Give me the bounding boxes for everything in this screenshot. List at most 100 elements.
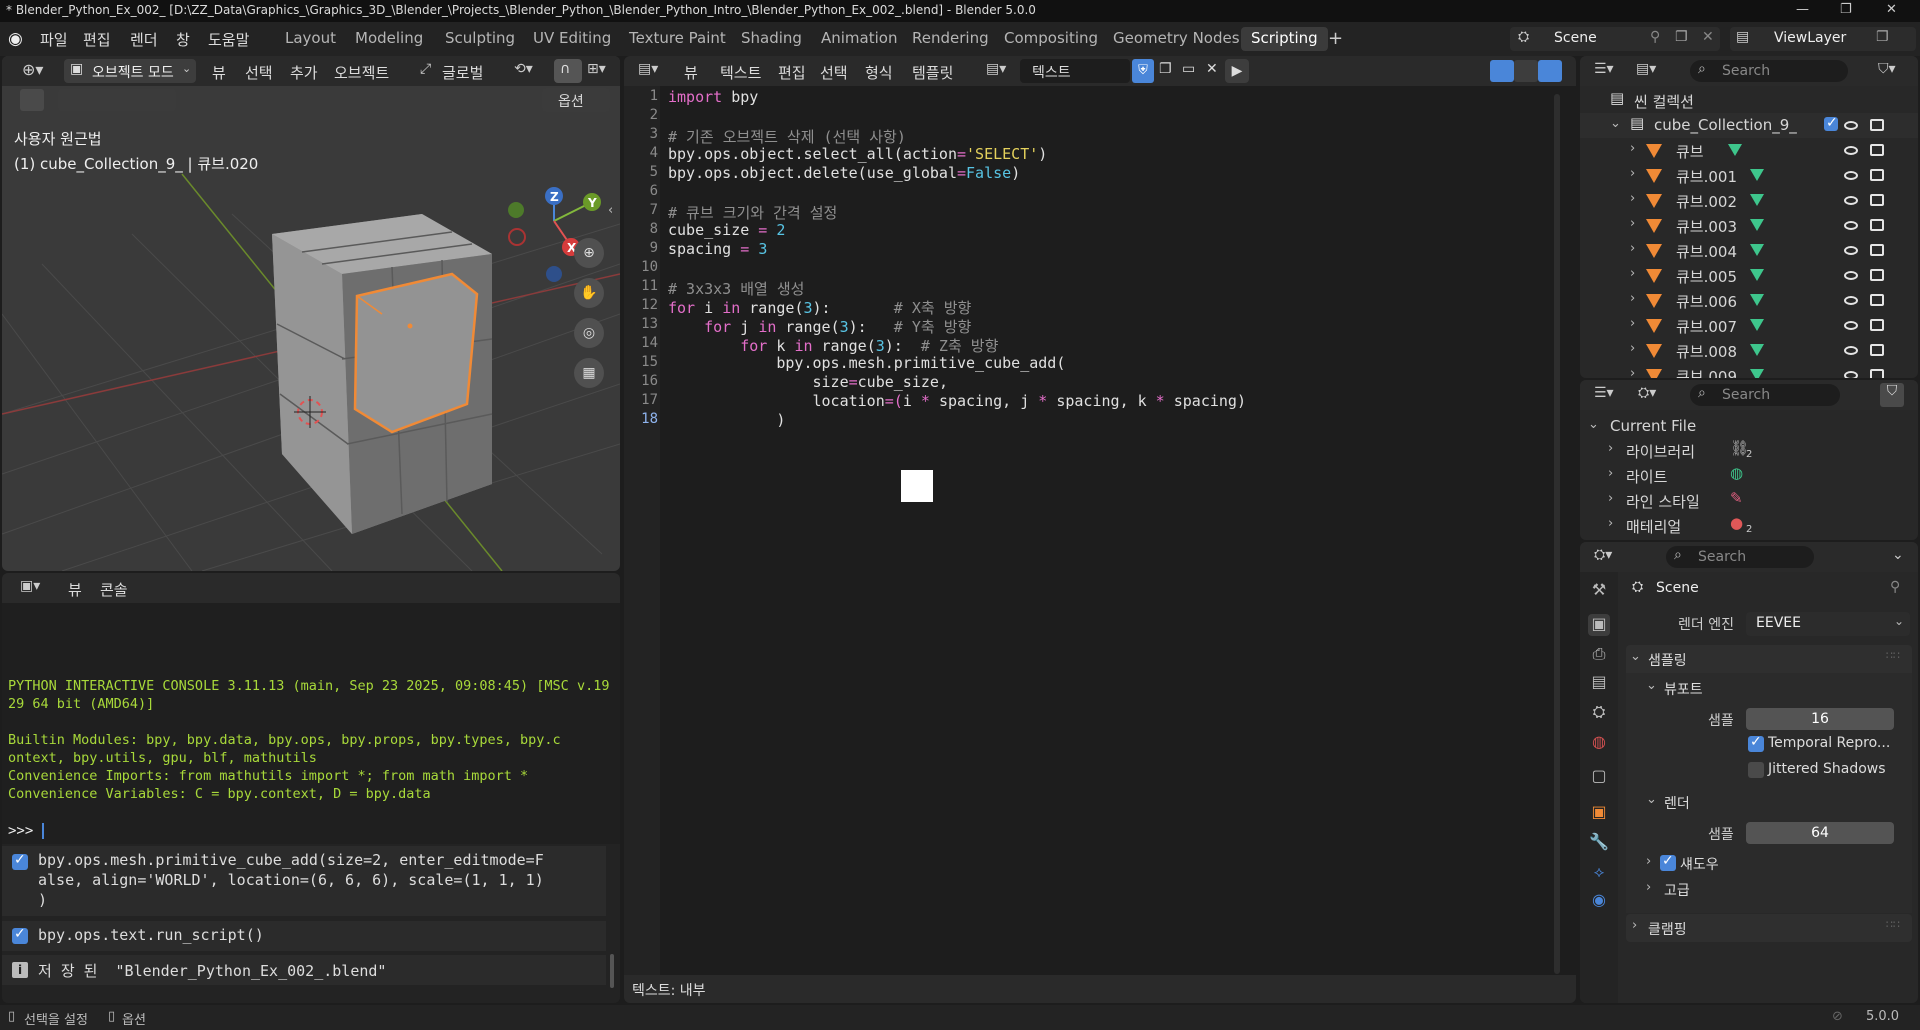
tab-modeling[interactable]: Modeling xyxy=(345,27,433,51)
particles-tab-icon[interactable]: ⟡ xyxy=(1588,862,1610,884)
menu-file[interactable]: 파일 xyxy=(40,29,68,50)
unlink-text-icon[interactable]: ✕ xyxy=(1206,61,1218,77)
code-line[interactable]: location=(i * spacing, j * spacing, k * … xyxy=(668,392,1247,411)
viewport-menu-add[interactable]: 추가 xyxy=(290,62,318,83)
render-camera-icon[interactable] xyxy=(1870,119,1884,131)
info-entry[interactable]: bpy.ops.mesh.primitive_cube_add(size=2, … xyxy=(2,846,606,916)
sampling-panel-header[interactable]: ⌄ 샘플링 ∷∷ xyxy=(1626,645,1912,673)
chevron-down-icon[interactable]: ⌄ xyxy=(1646,678,1657,693)
outliner[interactable]: ☰▾ ▤▾ ⌕ Search ⛉▾ ▤ 씬 컬렉션 ⌄ ▤ cube_Colle… xyxy=(1580,56,1918,378)
text-browse-icon[interactable]: ▤▾ xyxy=(986,61,1006,77)
scene-selector[interactable]: ⛭ Scene ⚲ ❐ ✕ xyxy=(1510,27,1720,51)
render-subpanel-label[interactable]: 렌더 xyxy=(1664,793,1690,813)
python-console[interactable]: ▣▾ 뷰 콘솔 PYTHON INTERACTIVE CONSOLE 3.11.… xyxy=(2,573,620,1003)
eye-icon[interactable] xyxy=(1844,371,1858,378)
maximize-icon[interactable]: ❐ xyxy=(1840,2,1852,17)
chevron-right-icon[interactable]: › xyxy=(1630,241,1635,256)
physics-tab-icon[interactable]: ◉ xyxy=(1588,890,1610,912)
tab-uv-editing[interactable]: UV Editing xyxy=(523,27,621,51)
code-line[interactable]: for k in range(3): # Z축 방향 xyxy=(668,335,998,355)
code-line[interactable]: # 기존 오브젝트 삭제 (선택 사항) xyxy=(668,126,906,146)
modifier-tab-icon[interactable]: 🔧 xyxy=(1588,832,1610,854)
chevron-right-icon[interactable]: › xyxy=(1630,266,1635,281)
perspective-grid-icon[interactable]: ▦ xyxy=(574,358,604,388)
text-name-field[interactable]: 텍스트 xyxy=(1020,59,1130,83)
blender-logo-icon[interactable]: ◉ xyxy=(8,29,23,49)
mesh-data-icon[interactable] xyxy=(1750,319,1764,331)
view-layer-tab-icon[interactable]: ▤ xyxy=(1588,672,1610,694)
code-line[interactable]: # 3x3x3 배열 생성 xyxy=(668,278,804,298)
blend-file-mode-icon[interactable]: ⛭▾ xyxy=(1638,385,1656,401)
editor-menu-templates[interactable]: 템플릿 xyxy=(912,62,953,83)
collection-exclude-checkbox[interactable] xyxy=(1824,115,1838,131)
viewport-samples-field[interactable]: 16 xyxy=(1746,708,1894,730)
outliner-search[interactable]: ⌕ Search xyxy=(1690,60,1848,82)
props-editor-type-icon[interactable]: ⛭▾ xyxy=(1594,547,1612,563)
tab-geometry-nodes[interactable]: Geometry Nodes xyxy=(1103,27,1250,51)
info-scrollbar[interactable] xyxy=(610,954,614,988)
render-camera-icon[interactable] xyxy=(1870,144,1884,156)
props-search[interactable]: ⌕ Search xyxy=(1666,546,1814,568)
render-camera-icon[interactable] xyxy=(1870,344,1884,356)
chevron-right-icon[interactable]: › xyxy=(1630,166,1635,181)
delete-scene-icon[interactable]: ✕ xyxy=(1702,29,1714,45)
chevron-right-icon[interactable]: › xyxy=(1630,341,1635,356)
console-editor-type-icon[interactable]: ▣▾ xyxy=(20,578,40,594)
viewport-3d[interactable]: ⊕▾ ▣ 오브젝트 모드 ⌄ 뷰 선택 추가 오브젝트 ⤢ 글로벌 ⟲▾ ∩ ⊞… xyxy=(2,56,620,571)
fileview-editor-type-icon[interactable]: ☰▾ xyxy=(1594,385,1614,401)
eye-icon[interactable] xyxy=(1844,146,1858,155)
minimize-icon[interactable]: — xyxy=(1796,2,1809,17)
outliner-object-row[interactable]: › 큐브.008 xyxy=(1580,338,1918,363)
pin-icon[interactable]: ⚲ xyxy=(1650,29,1660,45)
orientation-label[interactable]: 글로벌 xyxy=(442,62,483,83)
console-menu-view[interactable]: 뷰 xyxy=(68,579,82,600)
editor-menu-format[interactable]: 형식 xyxy=(865,62,893,83)
tab-compositing[interactable]: Compositing xyxy=(994,27,1108,51)
file-category-row[interactable]: › 라이브러리 ⛓ 2 xyxy=(1580,438,1918,463)
outliner-editor-type-icon[interactable]: ☰▾ xyxy=(1594,61,1614,77)
editor-menu-text[interactable]: 텍스트 xyxy=(720,62,761,83)
mesh-data-icon[interactable] xyxy=(1750,194,1764,206)
tab-texture-paint[interactable]: Texture Paint xyxy=(619,27,736,51)
fileview-search[interactable]: ⌕ Search xyxy=(1690,384,1840,406)
code-line[interactable]: # 큐브 크기와 간격 설정 xyxy=(668,202,837,222)
editor-type-icon[interactable]: ⊕▾ xyxy=(22,60,43,79)
mesh-data-icon[interactable] xyxy=(1750,369,1764,378)
advanced-label[interactable]: 고급 xyxy=(1664,880,1690,900)
mesh-data-icon[interactable] xyxy=(1750,219,1764,231)
filter-icon[interactable]: ⛉▾ xyxy=(1878,61,1896,77)
chevron-down-icon[interactable]: ⌄ xyxy=(1588,417,1599,432)
chevron-right-icon[interactable]: › xyxy=(1630,316,1635,331)
output-tab-icon[interactable]: ⎙ xyxy=(1588,644,1610,666)
info-entry[interactable]: bpy.ops.text.run_script() xyxy=(2,921,606,951)
chevron-right-icon[interactable]: › xyxy=(1630,291,1635,306)
collection-tab-icon[interactable]: ▢ xyxy=(1588,766,1610,788)
select-tool-icon[interactable] xyxy=(20,89,44,111)
viewport-menu-view[interactable]: 뷰 xyxy=(212,62,226,83)
shadows-checkbox[interactable] xyxy=(1660,853,1676,871)
menu-help[interactable]: 도움말 xyxy=(208,29,249,50)
display-mode-icon[interactable]: ▤▾ xyxy=(1636,61,1656,77)
zoom-icon[interactable]: ⊕ xyxy=(574,238,604,268)
render-camera-icon[interactable] xyxy=(1870,219,1884,231)
render-camera-icon[interactable] xyxy=(1870,294,1884,306)
code-line[interactable]: size=cube_size, xyxy=(668,373,948,392)
cube-array[interactable] xyxy=(272,214,493,534)
code-line[interactable]: ) xyxy=(668,411,785,430)
jittered-shadows-checkbox[interactable] xyxy=(1748,762,1764,778)
menu-window[interactable]: 창 xyxy=(176,29,190,50)
render-camera-icon[interactable] xyxy=(1870,169,1884,181)
chevron-right-icon[interactable]: › xyxy=(1630,366,1635,378)
code-line[interactable]: bpy.ops.object.select_all(action='SELECT… xyxy=(668,145,1047,164)
properties-editor[interactable]: ⛭▾ ⌕ Search ⌄ ⚒ ▣ ⎙ ▤ ⛭ ◍ ▢ ▣ 🔧 ⟡ ◉ ⛭ Sc… xyxy=(1580,542,1918,1003)
outliner-object-row[interactable]: › 큐브.003 xyxy=(1580,213,1918,238)
render-engine-select[interactable]: EEVEE ⌄ xyxy=(1746,612,1910,636)
chevron-right-icon[interactable]: › xyxy=(1646,880,1651,895)
selection-mode-buttons[interactable] xyxy=(58,89,176,111)
world-tab-icon[interactable]: ◍ xyxy=(1588,732,1610,754)
scene-canvas[interactable]: Z Y X xyxy=(2,114,620,571)
syntax-highlight-toggle[interactable] xyxy=(1538,60,1562,82)
object-tab-icon[interactable]: ▣ xyxy=(1588,802,1610,824)
camera-view-icon[interactable]: ◎ xyxy=(574,318,604,348)
outliner-collection[interactable]: ⌄ ▤ cube_Collection_9_ xyxy=(1580,113,1918,138)
